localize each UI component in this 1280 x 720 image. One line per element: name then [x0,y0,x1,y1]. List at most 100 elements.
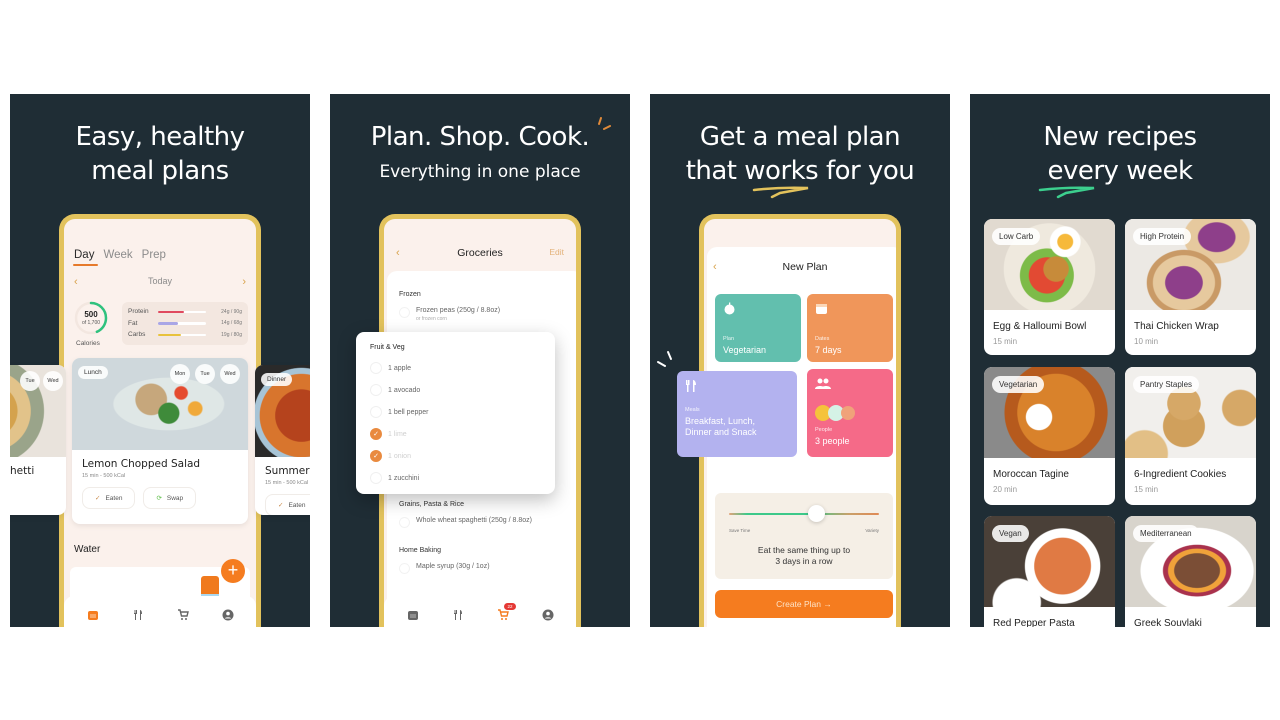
variety-slider-track[interactable] [729,513,879,515]
profile-icon[interactable] [540,607,556,623]
macro-row-carbs: Carbs 19g / 80g [128,331,242,339]
screenshot-panel-groceries: Plan. Shop. Cook. Everything in one plac… [330,94,630,627]
check-icon: ✓ [278,502,284,509]
cart-icon[interactable]: 22 [495,603,516,623]
checkbox-checked[interactable]: ✓ [370,450,382,462]
recipe-tag: High Protein [1133,228,1192,245]
checkbox[interactable] [370,384,382,396]
recipe-image: Vegan [984,516,1115,607]
cart-icon[interactable] [175,607,191,623]
view-tabs: Day Week Prep [72,249,166,266]
day-wed[interactable]: Wed [220,364,240,384]
checkbox[interactable] [370,472,382,484]
sparkle-decoration [657,351,672,367]
recipe-image: Pantry Staples [1125,367,1256,458]
recipe-card[interactable]: Low Carb Egg & Halloumi Bowl 15 min [984,219,1115,355]
chevron-left-icon[interactable]: ‹ [74,276,78,288]
profile-icon[interactable] [220,607,236,623]
tab-day[interactable]: Day [72,249,99,266]
swap-button[interactable]: ⟳ Swap [143,487,197,509]
meal-image: Lunch Mon Tue Wed [72,358,248,450]
plan-type-tile[interactable]: Plan Vegetarian [715,294,801,362]
macro-row-protein: Protein 24g / 90g [128,308,242,316]
create-plan-button[interactable]: Create Plan → [715,590,893,618]
day-tue[interactable]: Tue [195,364,215,384]
eaten-button[interactable]: ✓ Eaten [265,494,310,515]
water-label: Water [74,544,101,555]
dates-tile[interactable]: Dates 7 days [807,294,893,362]
variety-slider-handle[interactable] [807,505,825,522]
tab-prep[interactable]: Prep [142,249,166,261]
sparkle-decoration [598,117,611,130]
headline: Easy, healthy meal plans [75,122,245,186]
section-heading: Frozen [399,291,421,298]
grocery-item[interactable]: Maple syrup (30g / 1oz) [399,563,490,574]
day-mon[interactable]: Mon [170,364,190,384]
checkbox[interactable] [370,406,382,418]
macros-panel: Protein 24g / 90g Fat 14g / 68g Carbs 19… [122,302,248,345]
grocery-item[interactable]: Whole wheat spaghetti (250g / 8.8oz) [399,517,532,528]
fork-knife-icon[interactable] [450,607,466,623]
recipe-card[interactable]: High Protein Thai Chicken Wrap 10 min [1125,219,1256,355]
recipe-tag: Vegetarian [992,376,1045,393]
calendar-icon[interactable] [405,607,421,623]
macro-row-fat: Fat 14g / 68g [128,319,242,327]
grocery-item[interactable]: 1 zucchini [370,472,419,484]
chevron-right-icon[interactable]: › [242,276,246,288]
grocery-item-checked[interactable]: ✓ 1 onion [370,450,411,462]
fork-knife-icon [686,380,696,392]
grocery-item-checked[interactable]: ✓ 1 lime [370,428,407,440]
calendar-icon[interactable] [85,607,101,623]
meal-card-previous[interactable]: Tue Wed hetti [10,365,66,515]
people-icon [815,378,831,389]
checkbox[interactable] [370,362,382,374]
avatar-group [815,405,855,421]
grocery-item[interactable]: 1 avocado [370,384,420,396]
tab-week[interactable]: Week [103,249,132,261]
grocery-item[interactable]: 1 bell pepper [370,406,428,418]
water-bottle-icon [201,576,219,594]
calendar-icon [816,304,827,314]
recipe-card[interactable]: Vegetarian Moroccan Tagine 20 min [984,367,1115,505]
edit-button[interactable]: Edit [549,247,564,257]
bottom-tab-bar: 22 [384,596,576,627]
recipe-image: Low Carb [984,219,1115,310]
checkbox[interactable] [399,307,410,318]
grocery-item[interactable]: Frozen peas (250g / 8.8oz) or frozen corn [399,307,500,322]
section-heading: Fruit & Veg [370,344,405,351]
checkbox[interactable] [399,563,410,574]
screenshot-panel-recipes: New recipes every week Low Carb Egg & Ha… [970,94,1270,627]
screenshot-panel-meal-plans: Easy, healthy meal plans Day Week Prep ‹… [10,94,310,627]
meals-tile[interactable]: Meals Breakfast, Lunch, Dinner and Snack [677,371,797,457]
grocery-item[interactable]: 1 apple [370,362,411,374]
fork-knife-icon[interactable] [130,607,146,623]
recipe-time: 10 min [1134,337,1159,346]
recipe-time: 15 min [1134,485,1159,494]
recipe-title: Red Pepper Pasta [993,618,1075,627]
checkbox[interactable] [399,517,410,528]
recipe-title: Egg & Halloumi Bowl [993,321,1087,332]
recipe-card[interactable]: Vegan Red Pepper Pasta [984,516,1115,627]
meal-card-lunch[interactable]: Lunch Mon Tue Wed Lemon Chopped Salad 15… [72,358,248,524]
calorie-ring: 500 of 1,700 [74,301,108,335]
cart-badge: 22 [504,603,516,610]
meal-type-pill: Lunch [78,366,108,379]
people-tile[interactable]: People 3 people [807,369,893,457]
macro-bar-protein [158,310,184,313]
add-water-button[interactable]: + [221,559,245,583]
calorie-value: 500 [84,310,98,319]
recipe-card[interactable]: Pantry Staples 6-Ingredient Cookies 15 m… [1125,367,1256,505]
macro-bar-carbs [158,333,182,336]
recipe-title: Moroccan Tagine [993,469,1069,480]
fruit-veg-popup: Fruit & Veg 1 apple 1 avocado 1 bell pep… [356,332,555,494]
meal-card-dinner[interactable]: Dinner Summer 15 min - 500 kCal ✓ Eaten [255,365,310,515]
recipe-title: Thai Chicken Wrap [1134,321,1219,332]
date-nav: ‹ Today › [74,276,246,288]
recipe-card[interactable]: Mediterranean Greek Souvlaki [1125,516,1256,627]
slider-max-label: Variety [865,528,879,533]
headline: Plan. Shop. Cook. [370,122,590,152]
recipe-tag: Pantry Staples [1133,376,1200,393]
eaten-button[interactable]: ✓ Eaten [82,487,136,509]
checkbox-checked[interactable]: ✓ [370,428,382,440]
slider-description: Eat the same thing up to 3 days in a row [757,545,851,566]
